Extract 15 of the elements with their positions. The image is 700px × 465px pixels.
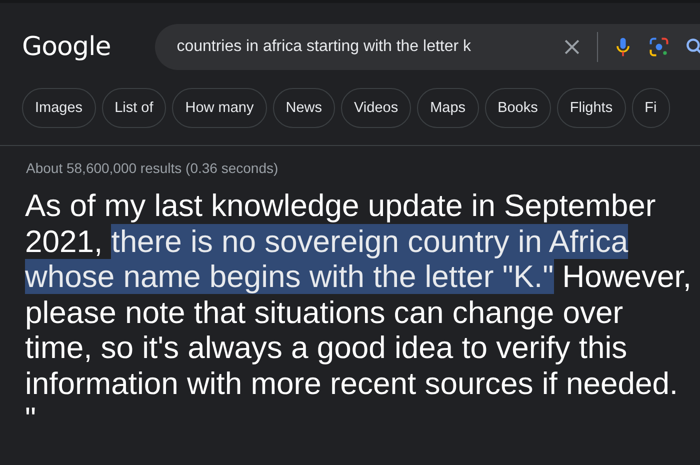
logo-wordmark[interactable]: Google	[22, 32, 111, 62]
search-query: countries in africa starting with the letter k	[176, 38, 472, 56]
filter-chip[interactable]: Books	[484, 88, 551, 128]
filter-chip[interactable]: Maps	[417, 88, 479, 128]
filter-chip[interactable]: How many	[172, 88, 267, 128]
filter-chip[interactable]: Flights	[556, 88, 626, 128]
filter-chip[interactable]: Fi	[632, 88, 670, 128]
camera-icon[interactable]	[648, 36, 670, 58]
result-stats: About 58,600,000 results (0.36 seconds)	[25, 159, 280, 176]
filter-chip[interactable]: News	[272, 88, 336, 128]
answer-paragraph: As of my last knowledge update in September 2021, there is no sovereign country in Africa whose name begins with the letter "K." However, please note that situations can change over time, so it's always a good idea to verify this information with more recent sources if needed. "	[25, 188, 692, 436]
filter-chip[interactable]: Images	[22, 88, 96, 128]
filter-chip[interactable]: List of	[102, 88, 166, 128]
search-field[interactable]: countries in africa starting with the letter k	[154, 24, 700, 70]
filter-chip[interactable]: Videos	[341, 88, 412, 128]
